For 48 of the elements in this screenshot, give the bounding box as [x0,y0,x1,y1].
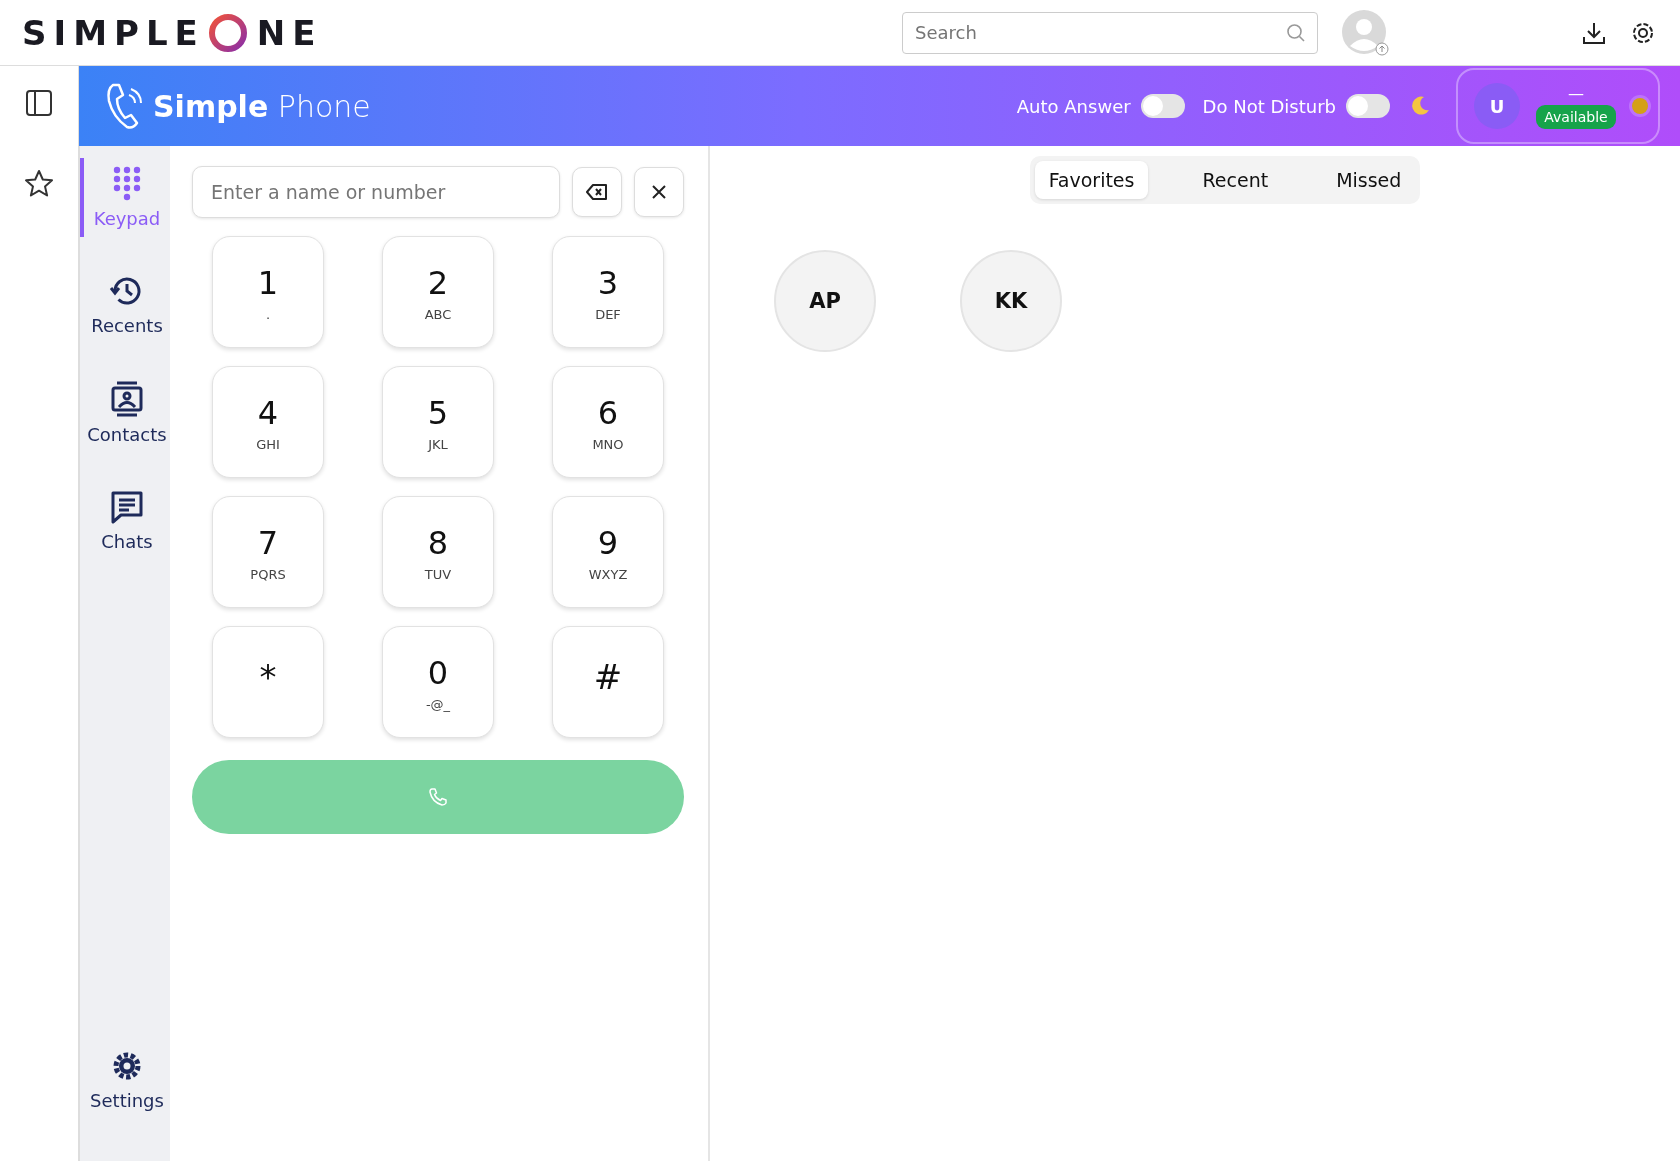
dial-key[interactable]: 3 DEF [552,236,664,348]
dial-key[interactable]: * [212,626,324,738]
number-field[interactable]: Enter a name or number [192,166,560,218]
user-name: — [1568,83,1584,103]
dial-key[interactable]: 9 WXYZ [552,496,664,608]
dial-key[interactable]: # [552,626,664,738]
backspace-button[interactable] [572,167,622,217]
tab[interactable]: Recent [1188,161,1283,199]
dial-key[interactable]: 2 ABC [382,236,494,348]
search-icon [1286,22,1306,43]
toggle-switch[interactable] [1346,94,1390,118]
close-icon [651,184,667,200]
phone-icon [105,81,145,131]
toggle-label: Do Not Disturb [1202,95,1336,117]
dial-key[interactable]: 7 PQRS [212,496,324,608]
logo-text: NE [256,12,323,53]
ring-logo-icon [206,11,249,54]
nav-item[interactable]: Chats [80,481,170,560]
status-badge: Available [1536,104,1616,129]
logo-text: SIMPLE [22,12,205,53]
toggle-switch[interactable] [1140,94,1185,118]
dial-key[interactable]: 8 TUV [382,496,494,608]
settings-nav-item[interactable]: Settings [80,1040,170,1119]
nav-item[interactable]: Keypad [80,158,170,237]
chat-icon [109,489,145,525]
dial-key[interactable]: 4 GHI [212,366,324,478]
tab[interactable]: Missed [1322,161,1416,199]
search-field[interactable]: Search [902,11,1318,54]
dial-key[interactable]: 0 -@_ [382,626,494,738]
dial-key[interactable]: 5 JKL [382,366,494,478]
dial-key[interactable]: 6 MNO [552,366,664,478]
user-avatar: U [1474,83,1520,129]
status-dot [1632,98,1648,114]
contact-avatar[interactable]: AP [774,250,876,352]
backspace-icon [586,183,608,201]
contacts-icon [109,380,145,418]
app-title: Simple Phone [153,88,371,124]
toggle-label: Auto Answer [1016,95,1131,117]
nav-item[interactable]: Contacts [80,372,170,453]
clear-button[interactable] [634,167,684,217]
profile-card[interactable]: U — Available [1456,68,1660,144]
keypad-icon [112,166,142,202]
contact-avatar[interactable]: KK [960,250,1062,352]
dial-key[interactable]: 1 . [212,236,324,348]
sidebar-toggle-icon[interactable] [24,88,54,118]
phone-icon [428,787,448,807]
tab[interactable]: Favorites [1034,161,1149,199]
nav-item[interactable]: Recents [80,265,170,344]
